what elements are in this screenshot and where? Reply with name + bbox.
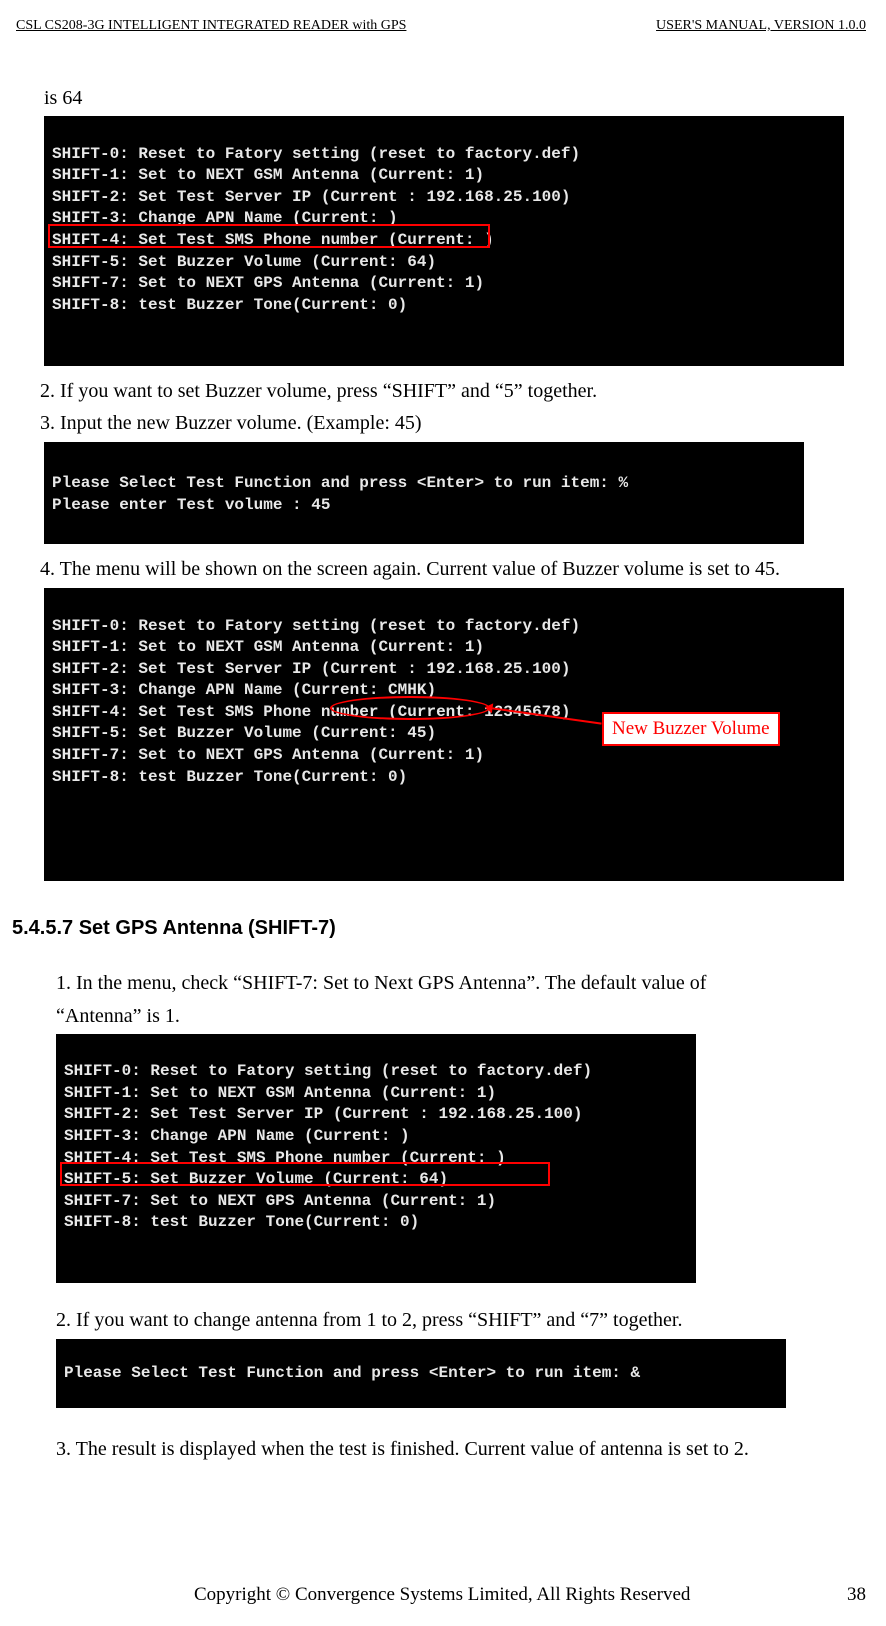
terminal-line: SHIFT-0: Reset to Fatory setting (reset … bbox=[52, 145, 580, 163]
terminal-line: SHIFT-2: Set Test Server IP (Current : 1… bbox=[64, 1105, 582, 1123]
terminal-line: Please Select Test Function and press <E… bbox=[52, 474, 628, 492]
terminal-screenshot-1: SHIFT-0: Reset to Fatory setting (reset … bbox=[44, 116, 844, 366]
terminal-line: SHIFT-0: Reset to Fatory setting (reset … bbox=[52, 617, 580, 635]
highlight-shift7 bbox=[60, 1162, 550, 1186]
terminal-line: Please enter Test volume : 45 bbox=[52, 496, 330, 514]
page-footer: Copyright © Convergence Systems Limited,… bbox=[194, 1584, 866, 1606]
section-heading-gps: 5.4.5.7 Set GPS Antenna (SHIFT-7) bbox=[12, 917, 866, 940]
terminal-line: SHIFT-2: Set Test Server IP (Current : 1… bbox=[52, 188, 570, 206]
terminal-line: SHIFT-8: test Buzzer Tone(Current: 0) bbox=[52, 768, 407, 786]
gps-step-2: 2. If you want to change antenna from 1 … bbox=[56, 1305, 866, 1335]
terminal-line: SHIFT-0: Reset to Fatory setting (reset … bbox=[64, 1062, 592, 1080]
terminal-screenshot-2: Please Select Test Function and press <E… bbox=[44, 442, 804, 544]
gps-step-1a: 1. In the menu, check “SHIFT-7: Set to N… bbox=[56, 968, 866, 998]
terminal-screenshot-3: SHIFT-0: Reset to Fatory setting (reset … bbox=[44, 588, 844, 881]
terminal-line: SHIFT-1: Set to NEXT GSM Antenna (Curren… bbox=[52, 638, 484, 656]
step-3: 3. Input the new Buzzer volume. (Example… bbox=[40, 408, 866, 438]
terminal-line: SHIFT-7: Set to NEXT GPS Antenna (Curren… bbox=[52, 746, 484, 764]
terminal-line: SHIFT-8: test Buzzer Tone(Current: 0) bbox=[64, 1213, 419, 1231]
highlight-ellipse-current45 bbox=[330, 696, 490, 720]
header-right: USER'S MANUAL, VERSION 1.0.0 bbox=[656, 18, 866, 34]
terminal-line: SHIFT-3: Change APN Name (Current: ) bbox=[64, 1127, 410, 1145]
terminal-line: SHIFT-8: test Buzzer Tone(Current: 0) bbox=[52, 296, 407, 314]
terminal-line: SHIFT-1: Set to NEXT GSM Antenna (Curren… bbox=[52, 166, 484, 184]
terminal-screenshot-5: Please Select Test Function and press <E… bbox=[56, 1339, 786, 1408]
gps-step-3: 3. The result is displayed when the test… bbox=[56, 1434, 866, 1464]
terminal-line: SHIFT-5: Set Buzzer Volume (Current: 45) bbox=[52, 724, 436, 742]
highlight-shift5 bbox=[48, 224, 490, 248]
step-2: 2. If you want to set Buzzer volume, pre… bbox=[40, 376, 866, 406]
terminal-screenshot-4: SHIFT-0: Reset to Fatory setting (reset … bbox=[56, 1034, 696, 1284]
step-4: 4. The menu will be shown on the screen … bbox=[40, 554, 866, 584]
annotation-new-buzzer: New Buzzer Volume bbox=[602, 712, 780, 746]
terminal-line: SHIFT-2: Set Test Server IP (Current : 1… bbox=[52, 660, 570, 678]
terminal-line: SHIFT-7: Set to NEXT GPS Antenna (Curren… bbox=[64, 1192, 496, 1210]
gps-step-1b: “Antenna” is 1. bbox=[56, 1002, 866, 1030]
header-left: CSL CS208-3G INTELLIGENT INTEGRATED READ… bbox=[16, 18, 406, 34]
footer-copyright: Copyright © Convergence Systems Limited,… bbox=[194, 1584, 690, 1606]
terminal-line: SHIFT-5: Set Buzzer Volume (Current: 64) bbox=[52, 253, 436, 271]
terminal-line: SHIFT-1: Set to NEXT GSM Antenna (Curren… bbox=[64, 1084, 496, 1102]
page-header: CSL CS208-3G INTELLIGENT INTEGRATED READ… bbox=[16, 18, 866, 34]
intro-text: is 64 bbox=[44, 84, 866, 112]
footer-page-number: 38 bbox=[847, 1584, 866, 1606]
terminal-line: Please Select Test Function and press <E… bbox=[64, 1364, 640, 1382]
terminal-line: SHIFT-7: Set to NEXT GPS Antenna (Curren… bbox=[52, 274, 484, 292]
